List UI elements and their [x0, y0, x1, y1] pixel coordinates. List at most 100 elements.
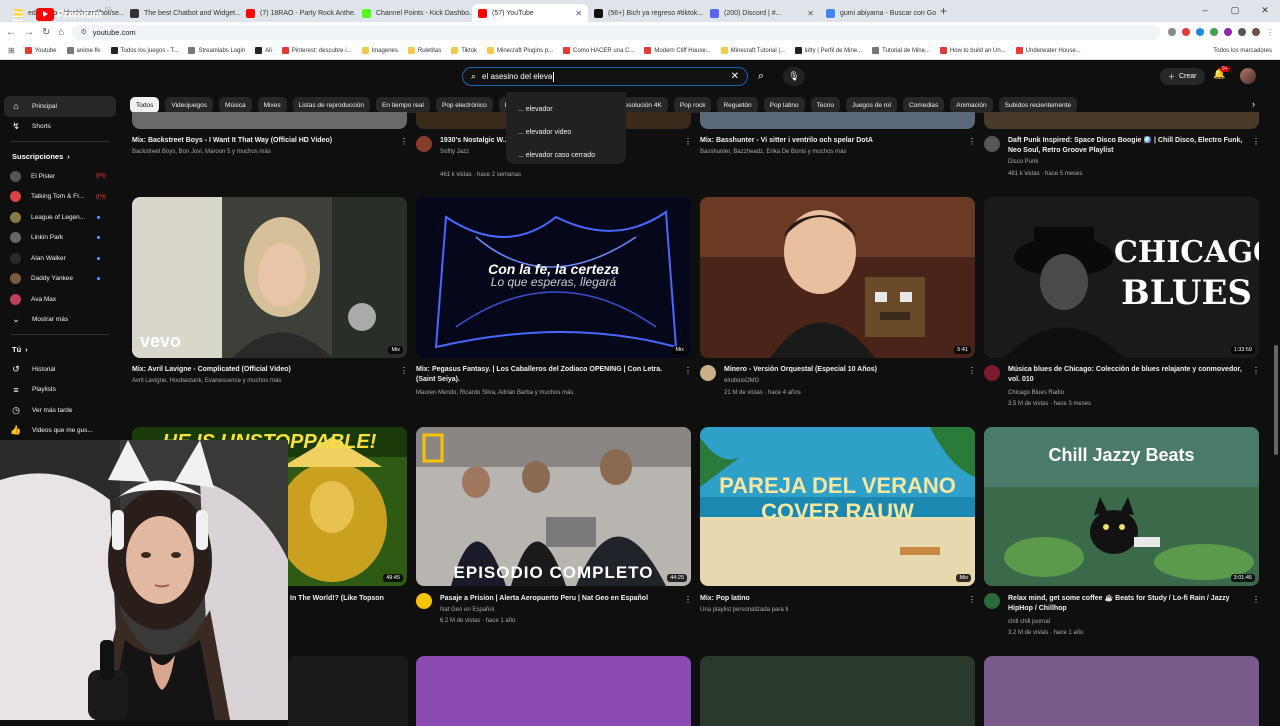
channel-name[interactable]: Backstreet Boys, Bon Jovi, Maroon 5 y mu… — [132, 148, 382, 157]
video-thumbnail[interactable]: CHICAGOBLUES 1:33:59 — [984, 197, 1259, 358]
sidebar-subscription[interactable]: Linkin Park — [0, 228, 120, 249]
minimize-icon[interactable]: – — [1190, 0, 1220, 20]
sidebar-item-principal[interactable]: ⌂ Principal — [4, 96, 116, 117]
video-thumbnail[interactable]: Chill Jazzy Beats 3:01:45 — [984, 427, 1259, 586]
forward-icon[interactable]: → — [24, 27, 34, 38]
menu-kebab-icon[interactable]: ⋮ — [1266, 28, 1274, 37]
more-actions-icon[interactable]: ⋮ — [1252, 137, 1260, 146]
more-actions-icon[interactable]: ⋮ — [968, 366, 976, 375]
menu-icon[interactable]: ☰ — [12, 9, 24, 25]
video-thumbnail[interactable] — [288, 656, 408, 726]
more-actions-icon[interactable]: ⋮ — [1252, 366, 1260, 375]
bookmark-item[interactable]: Minecraft Plugins p... — [487, 47, 553, 54]
bookmark-item[interactable]: Minecraft Tutorial |... — [720, 47, 785, 54]
bookmark-item[interactable]: Ali — [255, 47, 272, 54]
browser-tab[interactable]: (7) 18RAO - Party Rock Anthe...✕ — [240, 4, 356, 22]
back-icon[interactable]: ← — [6, 27, 16, 38]
browser-tab[interactable]: (56+) Bich ya regreso #tiktok...✕ — [588, 4, 704, 22]
channel-name[interactable]: Una playlist personalizada para ti — [700, 606, 950, 615]
bookmark-item[interactable]: anime flv — [66, 47, 101, 54]
bookmark-item[interactable]: Pinterest: descubre i... — [281, 47, 352, 54]
bookmark-item[interactable]: Ruletitas — [407, 47, 441, 54]
sidebar-subscription[interactable]: League of Legen... — [0, 207, 120, 228]
you-header[interactable]: Tú › — [0, 339, 120, 359]
channel-avatar[interactable] — [984, 593, 1000, 609]
video-title[interactable]: Relax mind, get some coffee ☕ Beats for … — [1008, 594, 1253, 614]
search-suggestion[interactable]: ... elevador — [506, 98, 626, 121]
create-button[interactable]: ＋ Crear — [1160, 68, 1205, 85]
more-actions-icon[interactable]: ⋮ — [684, 137, 692, 146]
close-window-icon[interactable]: ✕ — [1250, 0, 1280, 20]
video-thumbnail[interactable] — [700, 112, 975, 129]
clear-search-icon[interactable]: ✕ — [731, 71, 739, 82]
youtube-logo[interactable]: Premium PE — [36, 7, 112, 21]
extension-icon[interactable] — [1182, 27, 1190, 36]
sidebar-subscription[interactable]: Ava Max — [0, 289, 120, 310]
video-thumbnail[interactable] — [984, 656, 1259, 726]
sidebar-subscription[interactable]: Daddy Yankee — [0, 269, 120, 290]
chip-0[interactable]: Todos — [130, 97, 160, 113]
channel-name[interactable]: elrubiusOMG — [724, 377, 974, 386]
chip-17[interactable]: Subidos recientemente — [998, 97, 1078, 113]
bookmark-item[interactable]: Todos los juegos - T... — [110, 47, 178, 54]
reload-icon[interactable]: ↻ — [42, 27, 50, 38]
search-button[interactable]: ⌕ — [750, 67, 772, 86]
channel-name[interactable]: Nat Geo en Español — [440, 606, 690, 615]
chevron-right-icon[interactable]: › — [1252, 99, 1255, 109]
bookmark-item[interactable]: Como HACER una C... — [563, 47, 634, 54]
sidebar-subscription[interactable]: El Pister ((•)) — [0, 166, 120, 187]
chip-6[interactable]: Pop electrónico — [435, 97, 493, 113]
channel-name[interactable]: Mauren Mendo, Ricardo Silva, Adrián Barb… — [416, 389, 666, 398]
bookmark-item[interactable]: Imagenes — [361, 47, 398, 54]
browser-tab[interactable]: (200) Discord | #... ✕ — [704, 4, 820, 22]
chip-13[interactable]: Tecno — [810, 97, 840, 113]
bookmark-item[interactable]: Youtube — [24, 47, 57, 54]
video-title[interactable]: Pasaje a Prision | Alerta Aeropuerto Per… — [440, 594, 685, 604]
channel-name[interactable]: Basshunter, Bazzheadz, Erika De Bonis y … — [700, 148, 950, 157]
extension-icon[interactable] — [1224, 27, 1232, 36]
video-title[interactable]: Mix: Pegasus Fantasy. | Los Caballeros d… — [416, 365, 681, 385]
chip-15[interactable]: Comedias — [902, 97, 945, 113]
chip-11[interactable]: Reguetón — [717, 97, 758, 113]
channel-name[interactable]: Avril Lavigne, Hoobastank, Evanescence y… — [132, 377, 382, 386]
sidebar-item-you[interactable]: 👍 Videos que me gus... — [0, 421, 120, 442]
video-thumbnail[interactable]: PAREJA DEL VERANO COVER RAUW Mix — [700, 427, 975, 586]
channel-avatar[interactable] — [984, 136, 1000, 152]
tab-close-icon[interactable]: ✕ — [575, 9, 582, 18]
account-avatar[interactable] — [1240, 68, 1256, 84]
more-actions-icon[interactable]: ⋮ — [400, 137, 408, 146]
video-title[interactable]: In The World!? (Like Topson — [290, 594, 400, 604]
video-thumbnail[interactable] — [984, 112, 1259, 129]
bookmark-item[interactable]: Modern Cliff House... — [644, 47, 711, 54]
search-input[interactable]: ⌕ el asesino del eleva ✕ — [462, 67, 748, 86]
sidebar-item-you[interactable]: ↺ Historial — [0, 359, 120, 380]
video-title[interactable]: Mix: Pop latino — [700, 594, 945, 604]
sidebar-item-shorts[interactable]: ↯ Shorts — [0, 117, 120, 138]
channel-avatar[interactable] — [416, 136, 432, 152]
channel-avatar[interactable] — [984, 365, 1000, 381]
video-thumbnail[interactable] — [700, 656, 975, 726]
video-title[interactable]: Mix: Basshunter - Vi sitter i ventrilo o… — [700, 136, 965, 146]
browser-tab[interactable]: (57) YouTube ✕ — [472, 4, 588, 22]
more-actions-icon[interactable]: ⋮ — [968, 595, 976, 604]
subscriptions-header[interactable]: Suscripciones › — [0, 146, 120, 166]
chip-5[interactable]: En tiempo real — [376, 97, 430, 113]
video-thumbnail[interactable] — [132, 112, 407, 129]
channel-name[interactable]: Disco Punk — [1008, 158, 1258, 167]
maximize-icon[interactable]: ▢ — [1220, 0, 1250, 20]
sidebar-subscription[interactable]: Talking Tom & Fr... ((•)) — [0, 187, 120, 208]
more-actions-icon[interactable]: ⋮ — [400, 366, 408, 375]
channel-name[interactable]: Chicago Blues Radio — [1008, 389, 1258, 398]
chip-10[interactable]: Pop rock — [673, 97, 712, 113]
sidebar-item-you[interactable]: ◷ Ver más tarde — [0, 400, 120, 421]
apps-grid-icon[interactable]: ⊞ — [8, 46, 15, 55]
new-tab-icon[interactable]: + — [940, 4, 947, 18]
extension-icon[interactable] — [1168, 27, 1176, 36]
bookmark-item[interactable]: Tiktok — [451, 47, 477, 54]
video-thumbnail[interactable]: vevo Mix — [132, 197, 407, 358]
channel-avatar[interactable] — [416, 593, 432, 609]
search-suggestion[interactable]: ... elevador caso cerrado — [506, 144, 626, 167]
site-info-icon[interactable]: ⚙ — [80, 28, 86, 36]
video-title[interactable]: Minero - Versión Orquestal (Especial 10 … — [724, 365, 969, 375]
bookmark-item[interactable]: kitty | Perfil de Mine... — [794, 47, 862, 54]
